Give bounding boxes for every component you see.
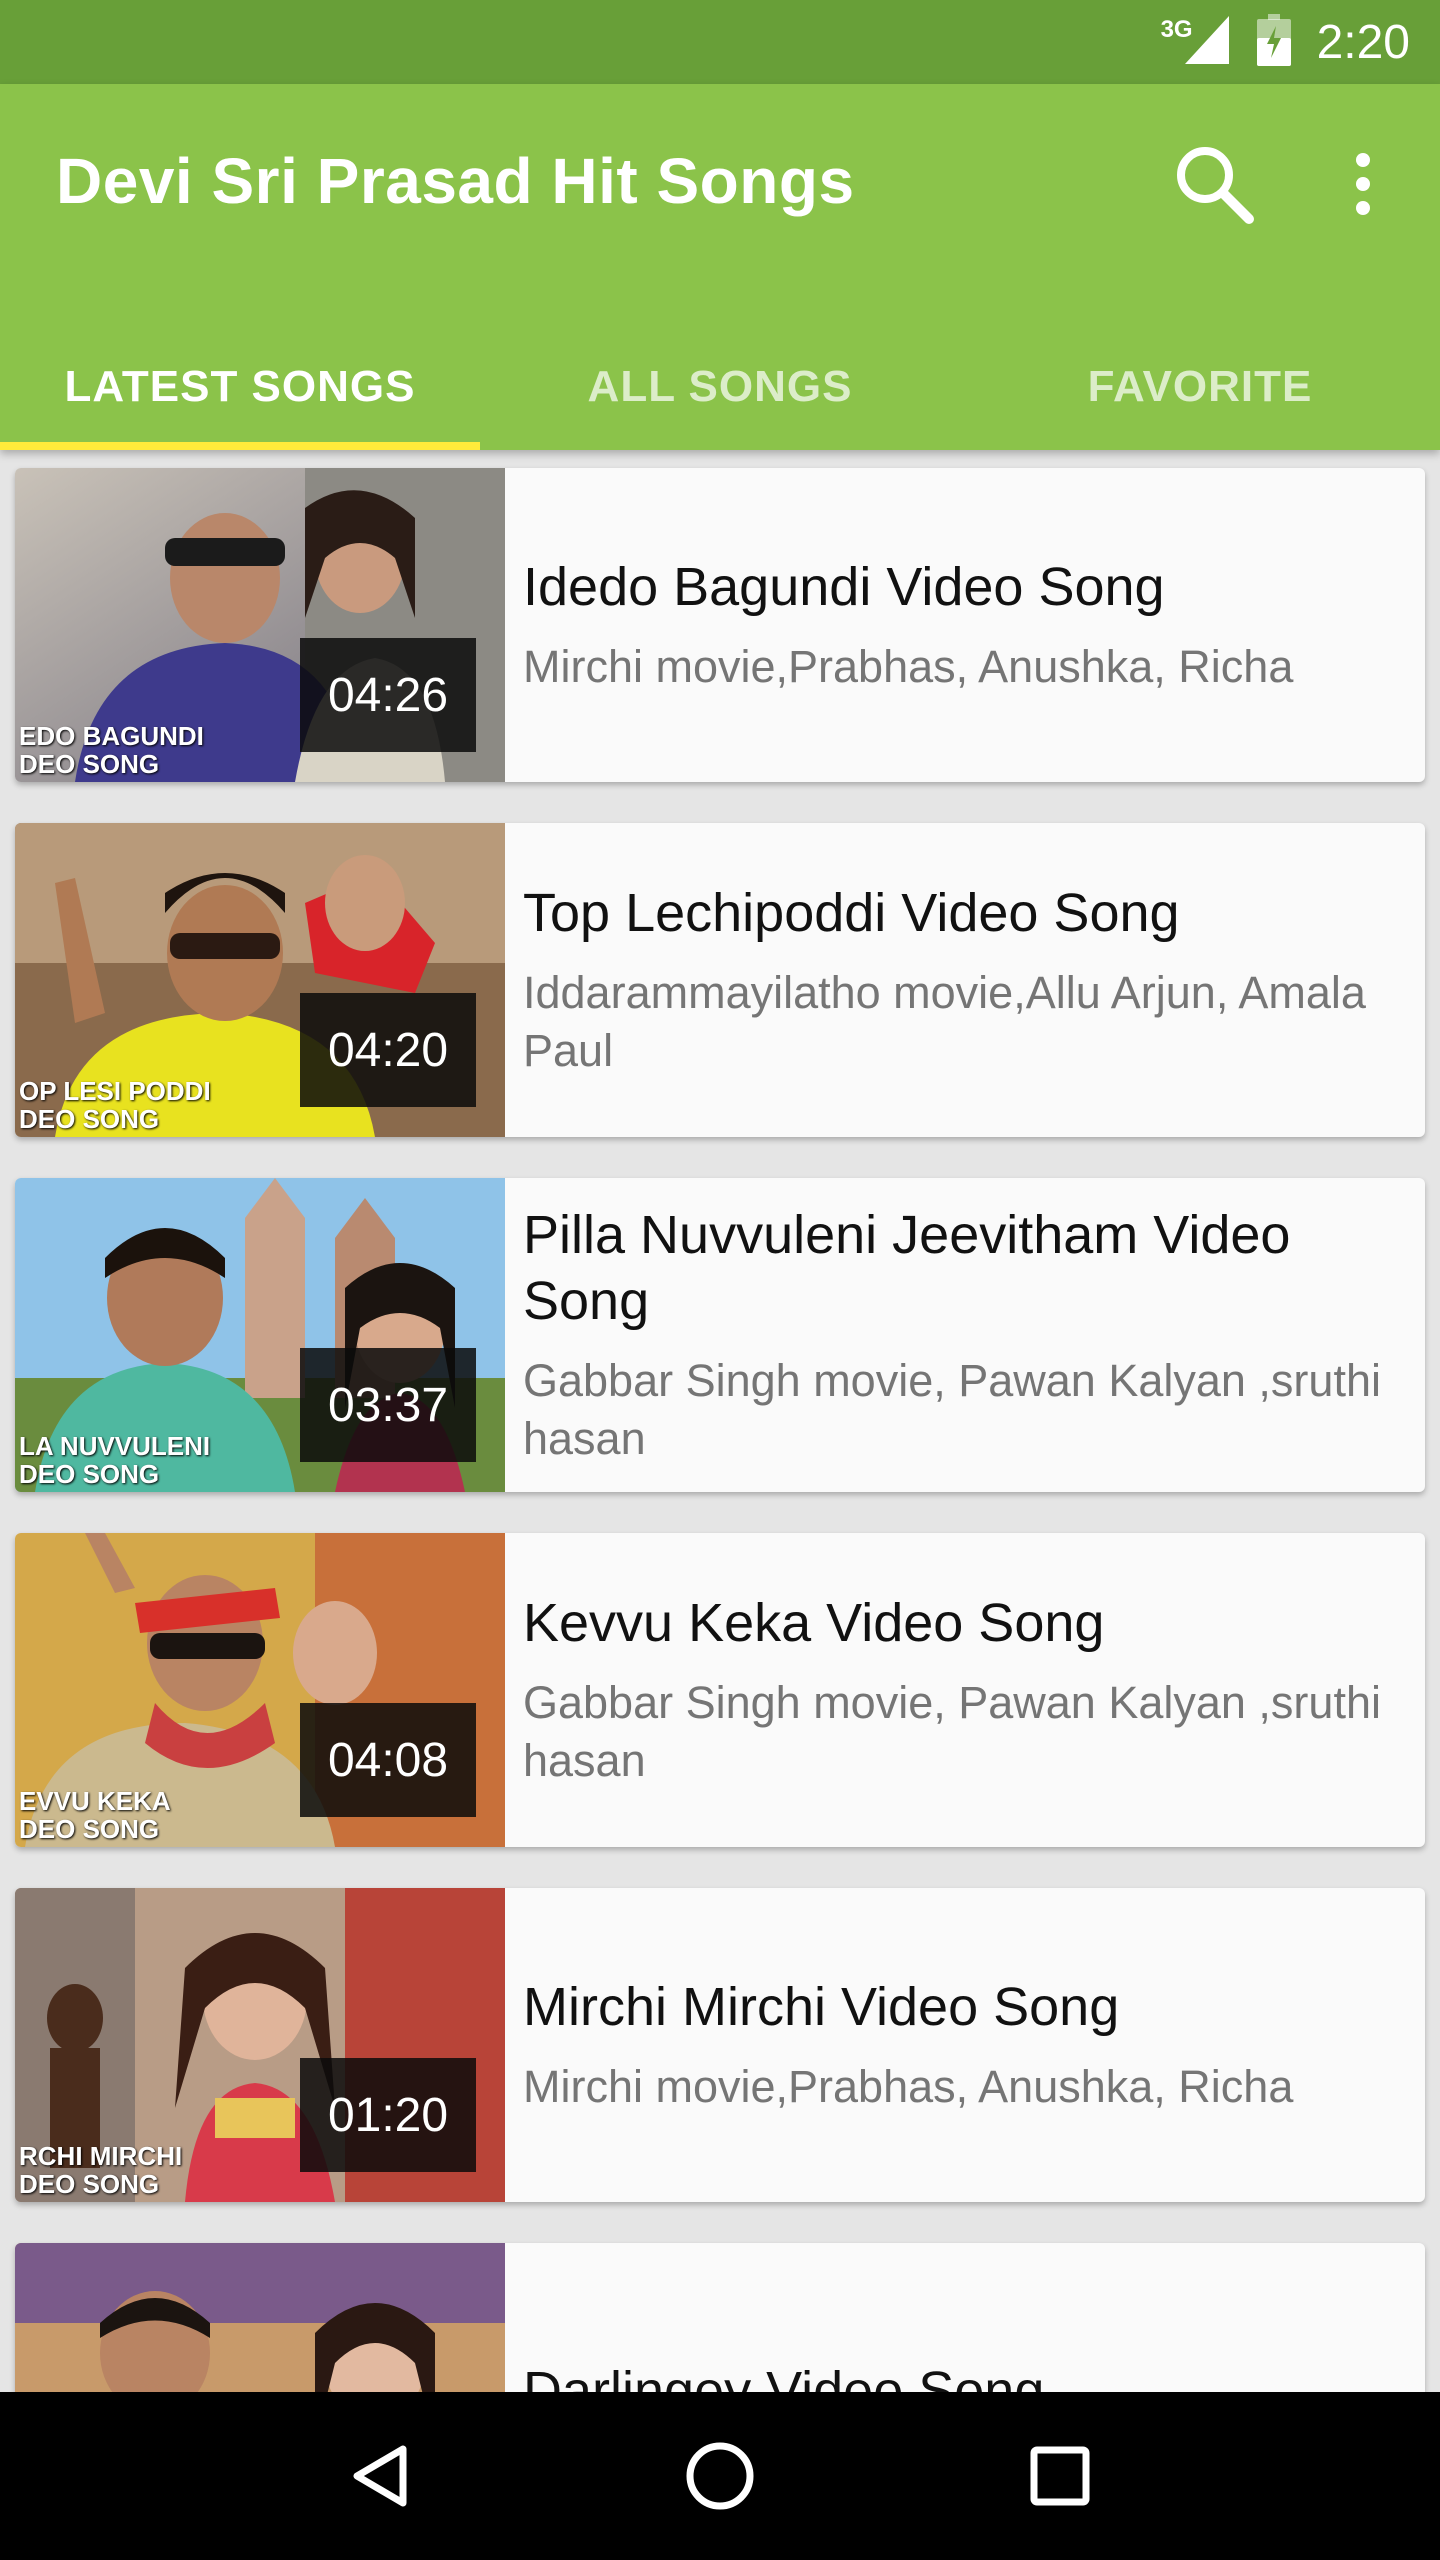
song-title: Darlingey Video Song [523,2361,1045,2392]
tab-label: LATEST SONGS [64,362,416,411]
video-thumbnail: 04:08 EVVU KEKA DEO SONG [15,1533,505,1847]
video-duration: 04:26 [300,638,476,752]
more-options-button[interactable] [1318,134,1408,234]
song-info: Pilla Nuvvuleni Jeevitham Video Song Gab… [523,1178,1403,1492]
search-icon [1177,147,1254,224]
tab-label: FAVORITE [1087,362,1313,411]
song-info: Top Lechipoddi Video Song Iddarammayilat… [523,823,1403,1137]
search-button[interactable] [1164,134,1264,234]
video-duration: 04:20 [300,993,476,1107]
song-subtitle: Gabbar Singh movie, Pawan Kalyan ,sruthi… [523,1677,1381,1786]
thumbnail-caption: LA NUVVULENI DEO SONG [19,1431,211,1489]
video-duration: 01:20 [300,2058,476,2172]
song-card[interactable]: 03:37 LA NUVVULENI DEO SONG Pilla Nuvvul… [15,1178,1425,1492]
video-duration: 03:37 [300,1348,476,1462]
song-info: Idedo Bagundi Video Song Mirchi movie,Pr… [523,468,1403,782]
video-thumbnail [15,2243,505,2392]
back-button[interactable] [320,2416,440,2536]
song-subtitle: Gabbar Singh movie, Pawan Kalyan ,sruthi… [523,1355,1381,1464]
song-subtitle: Mirchi movie,Prabhas, Anushka, Richa [523,2061,1294,2112]
tab-favorite[interactable]: FAVORITE [960,324,1440,450]
video-thumbnail: 04:20 OP LESI PODDI DEO SONG [15,823,505,1137]
song-info: Mirchi Mirchi Video Song Mirchi movie,Pr… [523,1888,1403,2202]
more-vert-icon [1356,153,1370,215]
song-info: Kevvu Keka Video Song Gabbar Singh movie… [523,1533,1403,1847]
song-title: Idedo Bagundi Video Song [523,557,1165,617]
back-icon [353,2445,407,2507]
tab-indicator [0,442,480,450]
song-title: Kevvu Keka Video Song [523,1593,1105,1653]
app-bar: Devi Sri Prasad Hit Songs LATEST SONGS A… [0,84,1440,450]
tab-latest-songs[interactable]: LATEST SONGS [0,324,480,450]
song-info: Darlingey Video Song [523,2243,1403,2392]
video-duration: 04:08 [300,1703,476,1817]
song-title: Top Lechipoddi Video Song [523,883,1180,943]
status-bar: 3G 2:20 [0,0,1440,84]
video-thumbnail: 01:20 RCHI MIRCHI DEO SONG [15,1888,505,2202]
song-subtitle: Mirchi movie,Prabhas, Anushka, Richa [523,641,1294,692]
song-card[interactable]: 01:20 RCHI MIRCHI DEO SONG Mirchi Mirchi… [15,1888,1425,2202]
song-list[interactable]: 04:26 EDO BAGUNDI DEO SONG Idedo Bagundi… [0,450,1440,2392]
thumbnail-caption: RCHI MIRCHI DEO SONG [19,2141,183,2199]
song-card[interactable]: 04:20 OP LESI PODDI DEO SONG Top Lechipo… [15,823,1425,1137]
song-card[interactable]: 04:08 EVVU KEKA DEO SONG Kevvu Keka Vide… [15,1533,1425,1847]
battery-icon [1256,13,1291,71]
thumbnail-caption: EDO BAGUNDI DEO SONG [19,721,204,779]
tab-bar: LATEST SONGS ALL SONGS FAVORITE [0,324,1440,450]
tab-all-songs[interactable]: ALL SONGS [480,324,960,450]
home-icon [686,2442,754,2510]
home-button[interactable] [660,2416,780,2536]
song-title: Mirchi Mirchi Video Song [523,1977,1120,2037]
thumbnail-caption: OP LESI PODDI DEO SONG [19,1076,211,1134]
song-card[interactable]: 04:26 EDO BAGUNDI DEO SONG Idedo Bagundi… [15,468,1425,782]
song-card[interactable]: Darlingey Video Song [15,2243,1425,2392]
navigation-bar [0,2392,1440,2560]
signal-icon [1184,15,1229,69]
song-subtitle: Iddarammayilatho movie,Allu Arjun, Amala… [523,967,1366,1076]
video-thumbnail: 03:37 LA NUVVULENI DEO SONG [15,1178,505,1492]
clock: 2:20 [1316,15,1410,69]
thumbnail-caption: EVVU KEKA DEO SONG [19,1786,171,1844]
tab-label: ALL SONGS [587,362,853,411]
video-thumbnail: 04:26 EDO BAGUNDI DEO SONG [15,468,505,782]
song-title: Pilla Nuvvuleni Jeevitham Video Song [523,1205,1291,1331]
recents-button[interactable] [1000,2416,1120,2536]
recents-icon [1030,2446,1090,2506]
app-title: Devi Sri Prasad Hit Songs [56,145,855,217]
